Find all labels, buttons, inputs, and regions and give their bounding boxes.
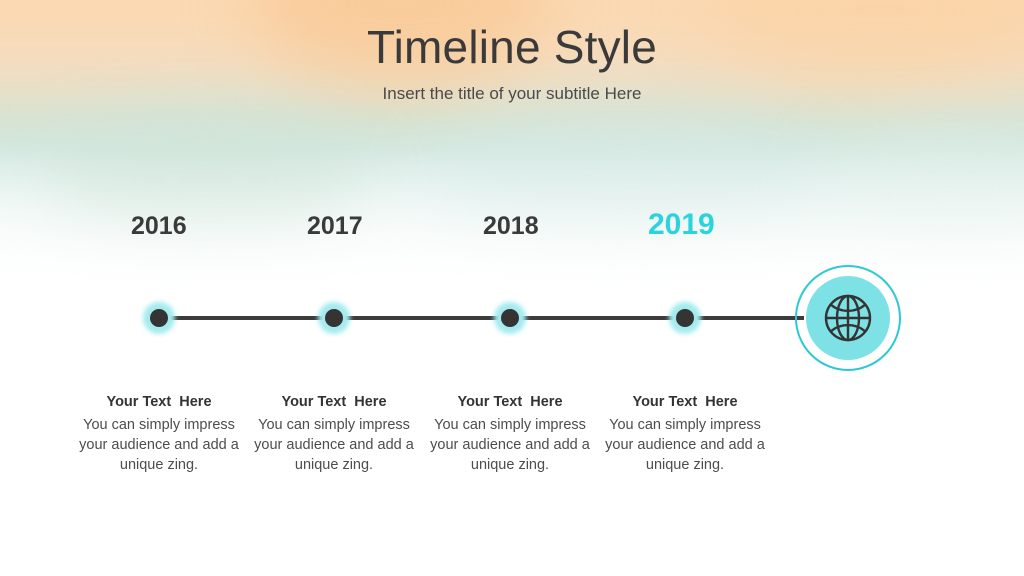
- timeline-year-2017: 2017: [307, 212, 363, 240]
- node-dot-icon: [325, 309, 343, 327]
- slide-canvas: Timeline Style Insert the title of your …: [0, 0, 1024, 576]
- block-title: Your Text Here: [281, 394, 387, 410]
- timeline-year-2018: 2018: [483, 212, 539, 240]
- timeline-end-badge[interactable]: [795, 265, 901, 371]
- timeline-text-block-2016: Your Text Here You can simply impress yo…: [74, 394, 244, 475]
- timeline-year-2019: 2019: [648, 208, 715, 241]
- timeline-axis-line: [159, 316, 804, 320]
- block-body: You can simply impress your audience and…: [430, 417, 590, 473]
- timeline-text-block-2019: Your Text Here You can simply impress yo…: [600, 394, 770, 475]
- timeline-text-block-2017: Your Text Here You can simply impress yo…: [249, 394, 419, 475]
- block-title: Your Text Here: [632, 394, 738, 410]
- node-dot-icon: [150, 309, 168, 327]
- block-body: You can simply impress your audience and…: [254, 417, 414, 473]
- block-body: You can simply impress your audience and…: [605, 417, 765, 473]
- timeline-year-2016: 2016: [131, 212, 187, 240]
- node-dot-icon: [676, 309, 694, 327]
- globe-icon: [824, 294, 872, 342]
- node-dot-icon: [501, 309, 519, 327]
- block-title: Your Text Here: [106, 394, 212, 410]
- block-title: Your Text Here: [457, 394, 563, 410]
- timeline-text-block-2018: Your Text Here You can simply impress yo…: [425, 394, 595, 475]
- timeline: 2016 2017 2018 2019 Your Text Here You c…: [0, 0, 1024, 576]
- block-body: You can simply impress your audience and…: [79, 417, 239, 473]
